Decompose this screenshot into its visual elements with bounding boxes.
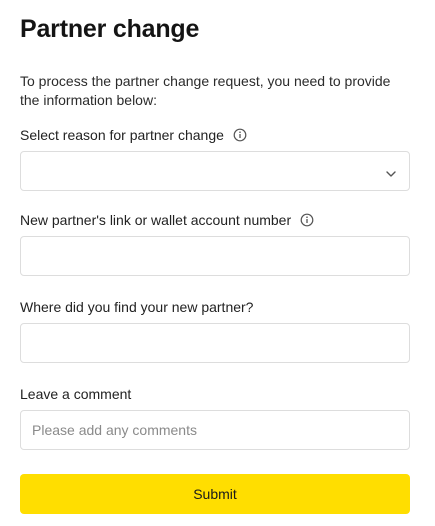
reason-label: Select reason for partner change [20,127,224,143]
partner-link-input[interactable] [21,237,409,275]
reason-select[interactable] [20,151,410,191]
submit-button[interactable]: Submit [20,474,410,514]
info-icon[interactable] [300,213,314,227]
source-label: Where did you find your new partner? [20,299,254,315]
partner-link-field-box [20,236,410,276]
comment-field-group: Leave a comment [20,385,410,450]
source-field-box [20,323,410,363]
source-label-row: Where did you find your new partner? [20,298,410,316]
info-icon[interactable] [233,128,247,142]
source-field-group: Where did you find your new partner? [20,298,410,363]
intro-text: To process the partner change request, y… [20,73,391,108]
partner-link-field-group: New partner's link or wallet account num… [20,211,410,276]
source-input[interactable] [21,324,409,362]
chevron-down-icon [385,166,397,177]
reason-field-group: Select reason for partner change [20,126,410,191]
page-title: Partner change [20,15,200,43]
comment-field-box [20,410,410,450]
partner-link-label-row: New partner's link or wallet account num… [20,211,410,229]
comment-label-row: Leave a comment [20,385,410,403]
partner-change-panel: Partner change To process the partner ch… [0,0,435,526]
comment-input[interactable] [21,411,409,449]
reason-label-row: Select reason for partner change [20,126,410,144]
comment-label: Leave a comment [20,386,132,402]
partner-link-label: New partner's link or wallet account num… [20,212,292,228]
